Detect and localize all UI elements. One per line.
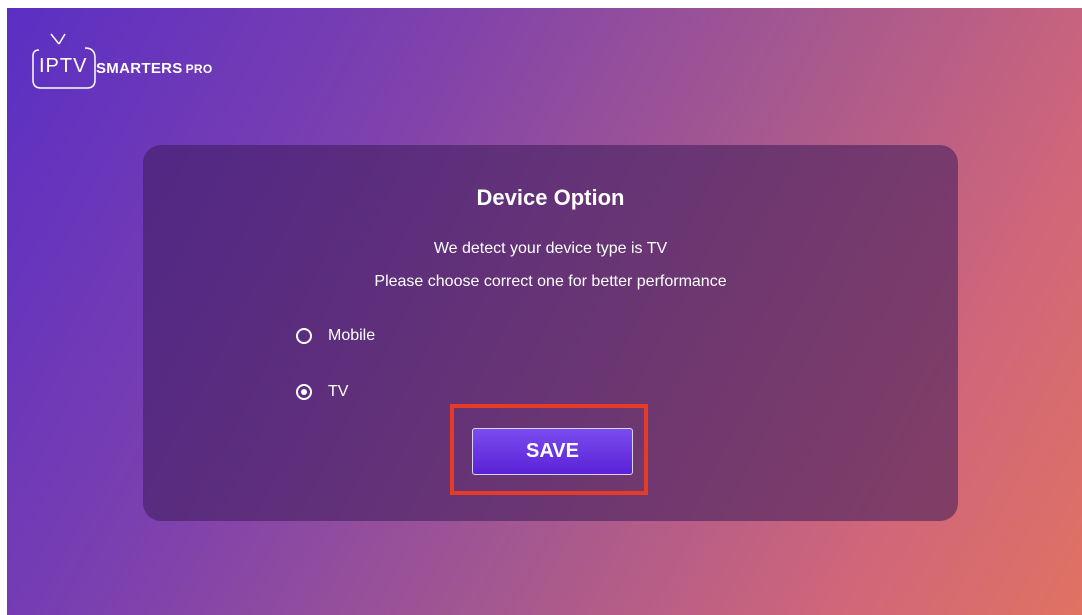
- option-tv-label: TV: [328, 383, 349, 400]
- logo-iptv-text: IPTV: [39, 55, 88, 77]
- save-button[interactable]: SAVE: [472, 428, 633, 475]
- option-mobile[interactable]: Mobile: [296, 323, 375, 349]
- radio-checked-icon[interactable]: [296, 384, 312, 400]
- dialog-message-line2: Please choose correct one for better per…: [374, 273, 727, 290]
- device-option-dialog: Device Option We detect your device type…: [143, 145, 958, 521]
- dialog-message-line1: We detect your device type is TV: [433, 240, 668, 257]
- radio-unchecked-icon[interactable]: [296, 328, 312, 344]
- app-screen: IPTV SMARTERS PRO Device Option We detect…: [7, 8, 1082, 615]
- option-tv[interactable]: TV: [296, 379, 348, 405]
- logo-pro-text: PRO: [185, 62, 213, 76]
- logo-brand-text: SMARTERS PRO: [96, 60, 212, 77]
- logo-brand-name: SMARTERS: [96, 60, 183, 77]
- app-logo: IPTV SMARTERS PRO: [29, 22, 269, 92]
- option-mobile-label: Mobile: [328, 327, 376, 344]
- dialog-title: Device Option: [476, 185, 625, 210]
